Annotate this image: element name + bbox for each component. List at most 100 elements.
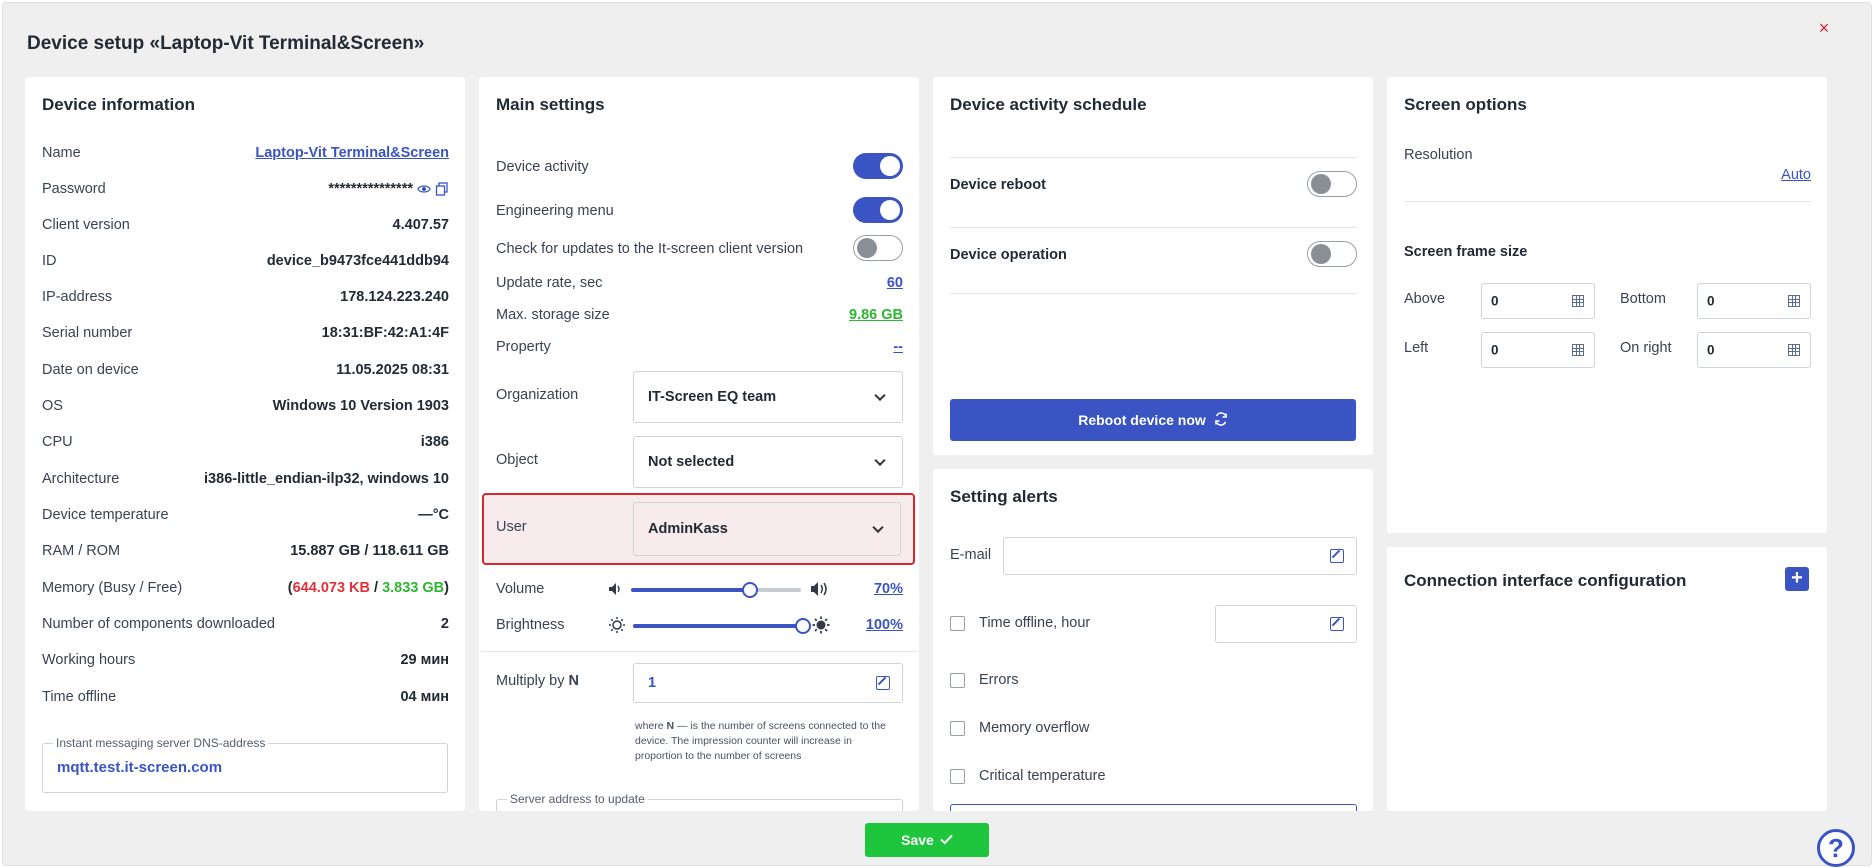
volume-slider[interactable] — [631, 582, 801, 598]
info-value: 178.124.223.240 — [340, 289, 449, 305]
max-storage-link[interactable]: 9.86 GB — [849, 307, 903, 323]
brightness-slider-thumb[interactable] — [795, 618, 811, 634]
info-row-architecture: Architecture i386-little_endian-ilp32, w… — [42, 469, 449, 489]
save-label: Save — [901, 832, 934, 848]
info-key: Name — [42, 145, 81, 161]
divider — [950, 293, 1357, 294]
info-value: device_b9473fce441ddb94 — [266, 253, 449, 269]
eye-icon[interactable] — [417, 182, 431, 196]
volume-slider-fill — [631, 588, 750, 592]
dns-address-field[interactable]: Instant messaging server DNS-address mqt… — [42, 736, 448, 793]
reboot-now-button[interactable]: Reboot device now — [950, 399, 1356, 441]
server-address-field[interactable]: Server address to update — [496, 792, 903, 811]
divider — [1404, 201, 1811, 202]
object-label: Object — [496, 452, 538, 468]
edit-icon[interactable] — [876, 676, 890, 690]
add-connection-button[interactable]: + — [1785, 567, 1809, 591]
engineering-menu-toggle[interactable] — [853, 197, 903, 223]
save-button[interactable]: Save — [865, 823, 989, 857]
user-value: AdminKass — [648, 521, 728, 537]
info-key: IP-address — [42, 289, 113, 305]
memory-paren-close: ) — [444, 580, 449, 596]
info-row-working-hours: Working hours 29 мин — [42, 650, 449, 670]
note-n: N — [666, 720, 675, 732]
info-row-ip: IP-address 178.124.223.240 — [42, 287, 449, 307]
help-button[interactable]: ? — [1817, 829, 1855, 867]
edit-icon[interactable] — [1330, 549, 1344, 563]
alerts-title: Setting alerts — [950, 487, 1058, 506]
info-row-ram-rom: RAM / ROM 15.887 GB / 118.611 GB — [42, 541, 449, 561]
info-value: i386-little_endian-ilp32, windows 10 — [204, 471, 449, 487]
update-rate-link[interactable]: 60 — [887, 275, 903, 291]
device-operation-toggle[interactable] — [1307, 241, 1357, 267]
info-row-client-version: Client version 4.407.57 — [42, 215, 449, 235]
multiply-input[interactable]: 1 — [633, 663, 903, 703]
partial-input[interactable] — [950, 804, 1357, 811]
email-input[interactable] — [1003, 537, 1357, 575]
device-reboot-label: Device reboot — [950, 177, 1046, 193]
device-activity-toggle[interactable] — [853, 153, 903, 179]
object-select[interactable]: Not selected — [633, 436, 903, 488]
multiply-label-prefix: Multiply by — [496, 673, 569, 689]
info-value: 29 мин — [400, 652, 449, 668]
object-value: Not selected — [648, 454, 735, 470]
info-key: Date on device — [42, 362, 139, 378]
right-input[interactable]: 0 — [1697, 332, 1811, 368]
property-link[interactable]: -- — [893, 339, 903, 355]
info-row-os: OS Windows 10 Version 1903 — [42, 396, 449, 416]
close-icon[interactable]: × — [1813, 17, 1835, 39]
user-select[interactable]: AdminKass — [633, 502, 901, 556]
info-key: RAM / ROM — [42, 543, 121, 559]
info-row-serial: Serial number 18:31:BF:42:A1:4F — [42, 323, 449, 343]
left-input[interactable]: 0 — [1481, 332, 1595, 368]
info-key: ID — [42, 253, 57, 269]
volume-value[interactable]: 70% — [874, 581, 903, 597]
critical-temperature-label: Critical temperature — [979, 768, 1106, 784]
volume-slider-thumb[interactable] — [742, 582, 758, 598]
memory-overflow-checkbox[interactable] — [950, 721, 965, 736]
info-key: Memory (Busy / Free) — [42, 580, 183, 596]
organization-select[interactable]: IT-Screen EQ team — [633, 371, 903, 423]
right-label: On right — [1620, 340, 1672, 356]
temperature-value: —°C — [418, 507, 449, 523]
resolution-link[interactable]: Auto — [1781, 167, 1811, 183]
password-value: *************** — [328, 181, 413, 197]
errors-label: Errors — [979, 672, 1019, 688]
volume-label: Volume — [496, 581, 545, 597]
left-value: 0 — [1491, 342, 1499, 358]
check-updates-toggle[interactable] — [853, 235, 903, 261]
info-value: 04 мин — [400, 689, 449, 705]
device-name-link[interactable]: Laptop-Vit Terminal&Screen — [255, 145, 449, 161]
brightness-high-icon — [812, 616, 830, 638]
info-value: i386 — [420, 434, 449, 450]
engineering-menu-label: Engineering menu — [496, 203, 614, 219]
critical-temperature-checkbox[interactable] — [950, 769, 965, 784]
info-row-components: Number of components downloaded 2 — [42, 614, 449, 634]
toggle-knob — [1311, 244, 1331, 264]
info-row-cpu: CPU i386 — [42, 432, 449, 452]
edit-icon[interactable] — [1330, 617, 1344, 631]
refresh-icon — [1214, 411, 1228, 429]
brightness-value[interactable]: 100% — [866, 617, 903, 633]
brightness-slider[interactable] — [633, 618, 811, 634]
multiply-note: where N — is the number of screens conne… — [635, 719, 897, 764]
errors-checkbox[interactable] — [950, 673, 965, 688]
device-reboot-toggle[interactable] — [1307, 171, 1357, 197]
device-activity-label: Device activity — [496, 159, 589, 175]
time-offline-input[interactable] — [1215, 605, 1357, 643]
info-key: Serial number — [42, 325, 133, 341]
info-row-password: Password *************** — [42, 179, 449, 199]
info-value: 11.05.2025 08:31 — [336, 362, 449, 378]
brightness-slider-fill — [633, 624, 803, 628]
bottom-input[interactable]: 0 — [1697, 283, 1811, 319]
above-input[interactable]: 0 — [1481, 283, 1595, 319]
copy-icon[interactable] — [435, 182, 449, 196]
property-label: Property — [496, 339, 551, 355]
note-prefix: where — [635, 720, 667, 732]
frame-size-title: Screen frame size — [1404, 244, 1528, 260]
time-offline-checkbox[interactable] — [950, 616, 965, 631]
memory-separator: / — [369, 580, 383, 596]
screen-options-title: Screen options — [1404, 95, 1527, 114]
calculator-icon — [1572, 295, 1584, 307]
bottom-label: Bottom — [1620, 291, 1666, 307]
